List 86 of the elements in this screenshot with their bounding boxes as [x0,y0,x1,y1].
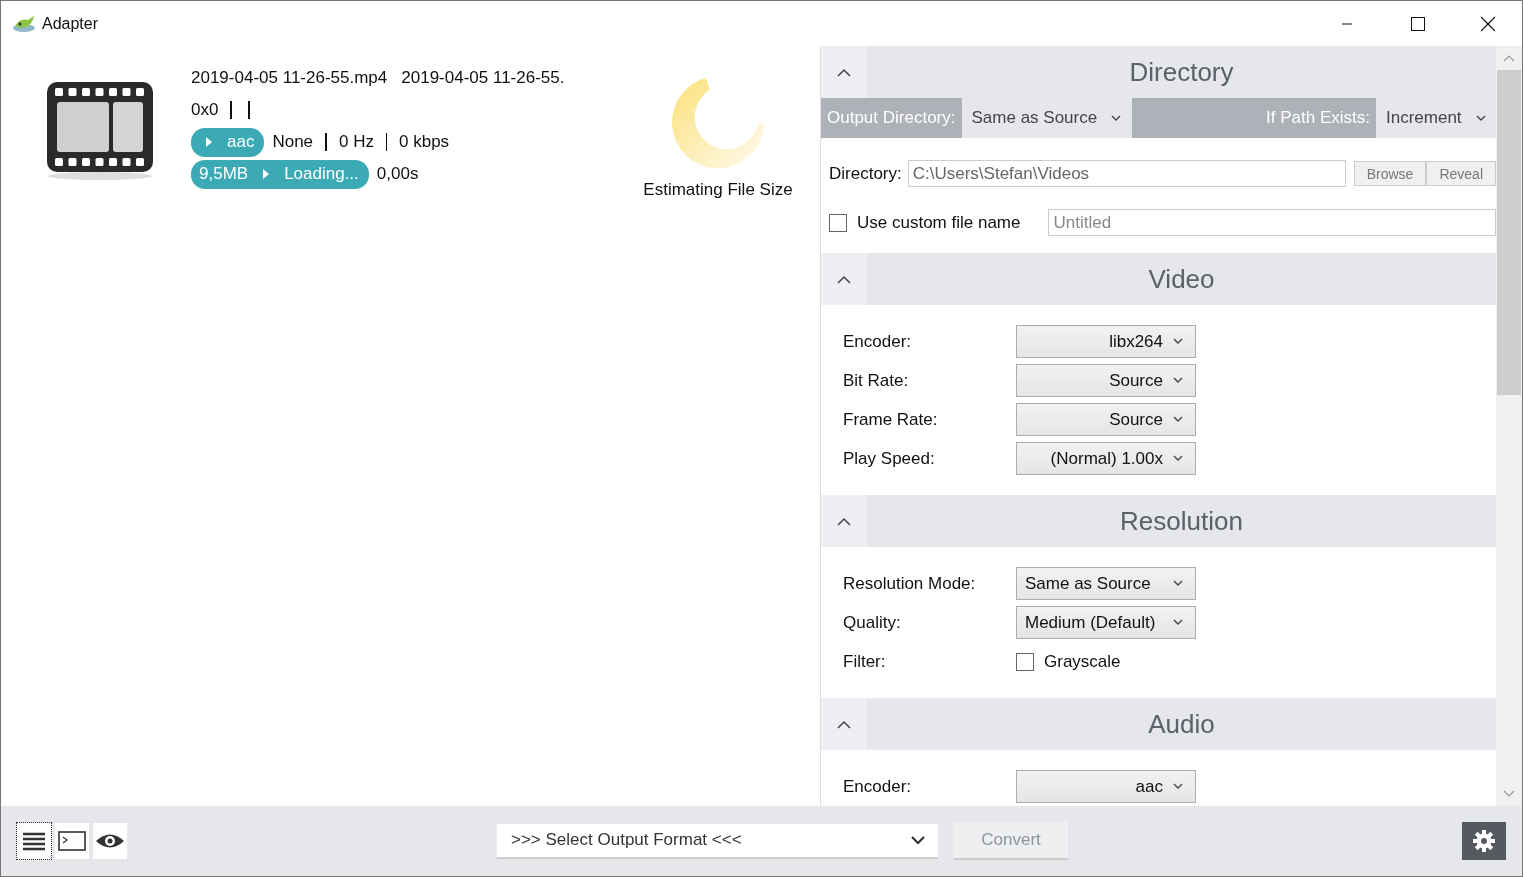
field-label: Resolution Mode: [843,573,977,594]
caret-icon [1173,619,1183,626]
section-title: Video [1147,263,1216,295]
file-size-text: 9,5MB [199,164,249,184]
checkbox[interactable] [1016,652,1034,671]
window-title: Adapter [42,14,99,33]
eye-icon[interactable] [93,823,127,859]
settings-button[interactable] [1462,822,1506,860]
section-title: Audio [1147,708,1216,740]
field-label: Frame Rate: [843,409,939,430]
caret-icon [910,835,926,845]
directory-field[interactable]: C:\Users\Stefan\Videos [907,160,1346,187]
file-name: 2019-04-05 11-26-55.mp4 [191,68,388,88]
field-label: Encoder: [843,776,913,797]
chevron-up-icon [837,274,851,284]
dropdown-value: Medium (Default) [1025,612,1156,633]
settings-icon [1472,829,1496,853]
channels-text: None [272,132,314,152]
file-name: 2019-04-05 11-26-55. [401,68,565,88]
play-triangle-icon [205,136,213,148]
bar-label: Output Directory: [826,108,957,128]
checkbox-label: Use custom file name [857,212,1021,233]
terminal-icon[interactable] [55,823,89,859]
dropdown[interactable]: Same as Source [1016,567,1196,600]
codec-text: aac [227,132,255,152]
dropdown-value: aac [1135,776,1163,797]
collapse-toggle[interactable] [821,46,867,98]
dropdown-value: Source [1109,370,1163,391]
status-text: Loading... [284,164,359,184]
dropdown-value: Source [1109,409,1163,430]
menu-icon[interactable] [17,823,51,859]
sample-rate-text: 0 Hz [339,132,375,152]
bitrate-text: 0 kbps [399,132,450,152]
dropdown[interactable]: libx264 [1016,325,1196,358]
scrollbar[interactable] [1496,46,1522,806]
duration-text: 0,00s [376,164,419,184]
film-strip-icon [45,82,155,182]
caret-icon [1173,338,1183,345]
chevron-up-icon [837,719,851,729]
field-label: Bit Rate: [843,370,910,391]
caret-icon [1173,580,1183,587]
field-label: Filter: [843,651,887,672]
output-format-dropdown[interactable]: >>> Select Output Format <<< [497,823,938,859]
caret-icon [1173,377,1183,384]
collapse-toggle[interactable] [821,253,867,305]
checkbox-label: Grayscale [1044,651,1121,672]
collapse-toggle[interactable] [821,495,867,547]
caret-icon [1475,114,1486,122]
play-triangle-icon [262,168,271,180]
dropdown-value: (Normal) 1.00x [1050,448,1163,469]
field-label: Encoder: [843,331,913,352]
dropdown[interactable]: (Normal) 1.00x [1016,442,1196,475]
scroll-up-icon[interactable] [1503,54,1515,62]
chevron-up-icon [837,67,851,77]
caret-icon [1173,416,1183,423]
chevron-up-icon [837,516,851,526]
caret-icon [1111,114,1122,122]
scrollbar-thumb[interactable] [1497,70,1521,395]
dropdown-value: Increment [1386,108,1462,128]
dropdown-value: Same as Source [971,108,1098,128]
section-title: Directory [1128,56,1235,88]
estimate-label: Estimating File Size [643,180,793,200]
dropdown-value: libx264 [1109,331,1163,352]
dropdown[interactable]: Source [1016,403,1196,436]
checkbox[interactable] [829,213,847,232]
section-title: Resolution [1119,505,1244,537]
scroll-down-icon[interactable] [1503,790,1515,798]
field-label: Play Speed: [843,448,936,469]
field-label: Quality: [843,612,902,633]
collapse-toggle[interactable] [821,698,867,750]
resolution-text: 0x0 [191,100,219,120]
field-label: Directory: [829,163,902,184]
app-logo-icon [12,13,36,34]
dialog-button[interactable]: Browse [1353,161,1427,186]
dropdown[interactable]: Medium (Default) [1016,606,1196,639]
caret-icon [1173,783,1183,790]
path-exists-dropdown[interactable]: Increment [1376,98,1496,138]
output-directory-dropdown[interactable]: Same as Source [961,98,1132,138]
dropdown[interactable]: Source [1016,364,1196,397]
dropdown-value: Same as Source [1025,573,1151,594]
caret-icon [1173,455,1183,462]
dropdown-placeholder: >>> Select Output Format <<< [511,830,742,850]
bar-label: If Path Exists: [1265,108,1371,128]
dialog-button[interactable]: Reveal [1426,161,1496,186]
dropdown[interactable]: aac [1016,770,1196,803]
file-name-field[interactable]: Untitled [1048,209,1496,236]
